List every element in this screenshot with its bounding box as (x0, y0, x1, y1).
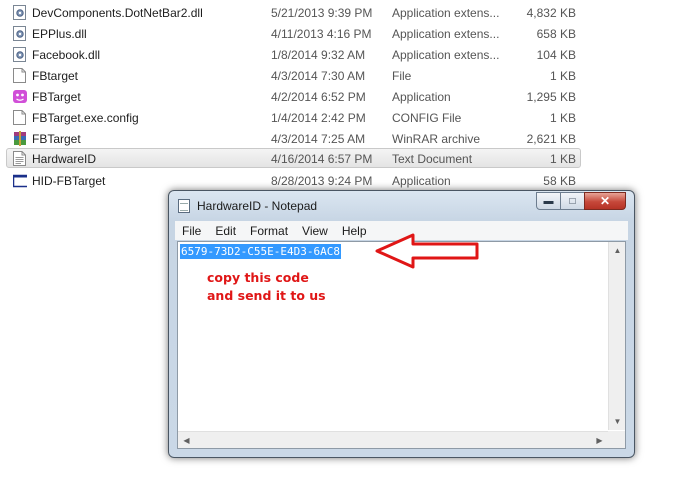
file-date: 4/3/2014 7:25 AM (271, 132, 366, 146)
notepad-icon (178, 199, 190, 213)
file-name: FBTarget (32, 90, 81, 104)
file-size: 4,832 KB (526, 6, 576, 20)
app-pink-icon (13, 89, 27, 104)
menu-file[interactable]: File (175, 224, 208, 238)
file-date: 4/3/2014 7:30 AM (271, 69, 366, 83)
app-window-icon (13, 173, 27, 188)
text-file-icon (13, 151, 27, 166)
file-size: 2,621 KB (526, 132, 576, 146)
file-type: Text Document (392, 152, 473, 166)
file-type: Application extens... (392, 6, 500, 20)
window-title: HardwareID - Notepad (197, 199, 318, 213)
menu-edit[interactable]: Edit (208, 224, 243, 238)
resize-grip[interactable] (608, 431, 625, 448)
file-name: DevComponents.DotNetBar2.dll (32, 6, 203, 20)
file-type: Application extens... (392, 48, 500, 62)
dll-icon (13, 47, 27, 62)
file-name: FBtarget (32, 69, 79, 83)
blank-file-icon (13, 68, 27, 83)
annotation-text: copy this code and send it to us (207, 269, 326, 305)
file-row-fbtarget-config[interactable]: FBTarget.exe.config 1/4/2014 2:42 PM CON… (6, 107, 581, 127)
scroll-right-icon[interactable]: ▶ (591, 432, 608, 449)
file-type: Application (392, 90, 451, 104)
minimize-button[interactable]: ▬ (536, 192, 561, 210)
file-name: HID-FBTarget (32, 174, 106, 188)
dll-icon (13, 5, 27, 20)
menu-help[interactable]: Help (335, 224, 374, 238)
file-type: Application (392, 174, 451, 188)
file-date: 8/28/2013 9:24 PM (271, 174, 373, 188)
file-size: 1 KB (549, 69, 576, 83)
window-controls: ▬ □ ✕ (536, 192, 626, 210)
file-date: 4/11/2013 4:16 PM (271, 27, 372, 41)
config-file-icon (13, 110, 27, 125)
red-arrow-icon (375, 233, 479, 269)
maximize-button[interactable]: □ (560, 192, 585, 210)
dll-icon (13, 26, 27, 41)
menu-view[interactable]: View (295, 224, 335, 238)
notepad-window[interactable]: HardwareID - Notepad ▬ □ ✕ File Edit For… (168, 190, 635, 458)
file-name: Facebook.dll (32, 48, 101, 62)
file-date: 4/2/2014 6:52 PM (271, 90, 366, 104)
file-name: FBTarget (32, 132, 81, 146)
file-row-fbtarget-app[interactable]: FBTarget 4/2/2014 6:52 PM Application 1,… (6, 86, 581, 106)
file-name: HardwareID (32, 152, 97, 166)
file-date: 1/8/2014 9:32 AM (271, 48, 366, 62)
file-row-devcomponents[interactable]: DevComponents.DotNetBar2.dll 5/21/2013 9… (6, 2, 581, 22)
vertical-scrollbar[interactable]: ▲ ▼ (608, 242, 625, 430)
annotation-line-2: and send it to us (207, 288, 326, 303)
file-size: 104 KB (536, 48, 576, 62)
horizontal-scrollbar[interactable]: ◀ ▶ (178, 431, 608, 448)
hardware-id-text[interactable]: 6579-73D2-C55E-E4D3-6AC8 (180, 244, 341, 259)
file-type: File (392, 69, 412, 83)
file-row-hardwareid[interactable]: HardwareID 4/16/2014 6:57 PM Text Docume… (6, 148, 581, 168)
file-size: 58 KB (543, 174, 576, 188)
file-row-hid-fbtarget[interactable]: HID-FBTarget 8/28/2013 9:24 PM Applicati… (6, 170, 581, 190)
file-type: CONFIG File (392, 111, 462, 125)
file-size: 1,295 KB (526, 90, 576, 104)
scroll-left-icon[interactable]: ◀ (178, 432, 195, 449)
file-type: WinRAR archive (392, 132, 481, 146)
file-size: 1 KB (549, 111, 576, 125)
file-row-epplus[interactable]: EPPlus.dll 4/11/2013 4:16 PM Application… (6, 23, 581, 43)
file-type: Application extens... (392, 27, 500, 41)
file-date: 5/21/2013 9:39 PM (271, 6, 373, 20)
file-size: 658 KB (536, 27, 576, 41)
annotation-line-1: copy this code (207, 270, 309, 285)
notepad-titlebar[interactable]: HardwareID - Notepad ▬ □ ✕ (169, 191, 634, 219)
close-button[interactable]: ✕ (584, 192, 626, 210)
menu-format[interactable]: Format (243, 224, 295, 238)
scroll-up-icon[interactable]: ▲ (609, 242, 626, 259)
file-name: FBTarget.exe.config (32, 111, 139, 125)
file-name: EPPlus.dll (32, 27, 87, 41)
file-date: 1/4/2014 2:42 PM (271, 111, 366, 125)
file-size: 1 KB (549, 152, 576, 166)
scroll-down-icon[interactable]: ▼ (609, 413, 626, 430)
winrar-icon (13, 131, 27, 146)
file-date: 4/16/2014 6:57 PM (271, 152, 373, 166)
file-row-fbtarget-rar[interactable]: FBTarget 4/3/2014 7:25 AM WinRAR archive… (6, 128, 581, 148)
file-list: DevComponents.DotNetBar2.dll 5/21/2013 9… (0, 0, 683, 195)
file-row-facebook[interactable]: Facebook.dll 1/8/2014 9:32 AM Applicatio… (6, 44, 581, 64)
file-row-fbtarget-file[interactable]: FBtarget 4/3/2014 7:30 AM File 1 KB (6, 65, 581, 85)
